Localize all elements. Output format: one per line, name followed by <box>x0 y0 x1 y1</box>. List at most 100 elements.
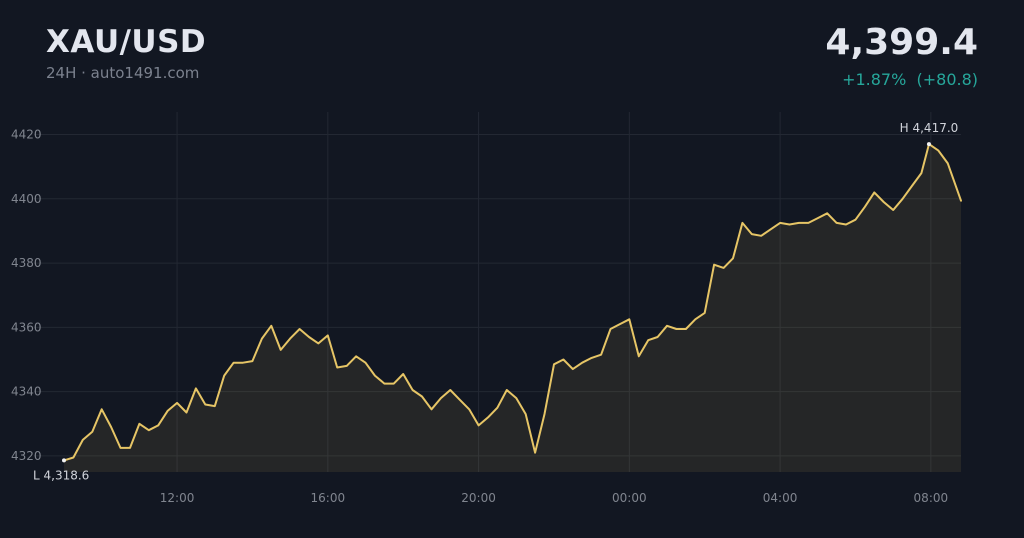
data-point <box>590 357 592 359</box>
data-point <box>769 228 771 230</box>
data-point <box>214 405 216 407</box>
data-point <box>176 402 178 404</box>
x-tick-label: 16:00 <box>311 491 346 505</box>
data-point <box>100 408 102 410</box>
data-point <box>760 235 762 237</box>
data-point <box>242 362 244 364</box>
data-point <box>581 362 583 364</box>
data-point <box>788 223 790 225</box>
data-point <box>280 349 282 351</box>
data-point <box>364 362 366 364</box>
data-point <box>937 149 939 151</box>
data-point <box>440 397 442 399</box>
data-point <box>82 439 84 441</box>
y-tick-label: 4420 <box>11 128 42 142</box>
data-point <box>722 267 724 269</box>
data-point <box>947 162 949 164</box>
data-point <box>515 397 517 399</box>
data-point <box>468 408 470 410</box>
data-point <box>411 389 413 391</box>
data-point <box>506 389 508 391</box>
data-point <box>960 200 962 202</box>
data-point <box>572 368 574 370</box>
data-point <box>666 325 668 327</box>
data-point <box>656 336 658 338</box>
data-point <box>685 328 687 330</box>
data-point <box>157 424 159 426</box>
data-point <box>619 323 621 325</box>
data-point <box>487 416 489 418</box>
data-point <box>166 410 168 412</box>
data-point <box>675 328 677 330</box>
x-tick-label: 00:00 <box>612 491 647 505</box>
data-point <box>704 312 706 314</box>
low-label: L 4,318.6 <box>33 468 89 482</box>
data-point <box>534 452 536 454</box>
data-point <box>421 395 423 397</box>
y-tick-label: 4340 <box>11 385 42 399</box>
data-point <box>864 206 866 208</box>
data-point <box>883 201 885 203</box>
data-point <box>732 257 734 259</box>
data-point <box>892 209 894 211</box>
data-point <box>289 337 291 339</box>
x-tick-label: 08:00 <box>914 491 949 505</box>
data-point <box>901 198 903 200</box>
data-point <box>713 263 715 265</box>
data-point <box>383 382 385 384</box>
data-point <box>91 431 93 433</box>
data-point <box>261 337 263 339</box>
data-point <box>459 398 461 400</box>
data-point <box>798 222 800 224</box>
data-point <box>232 362 234 364</box>
data-point <box>298 328 300 330</box>
data-point <box>119 447 121 449</box>
data-point <box>817 217 819 219</box>
y-tick-label: 4400 <box>11 192 42 206</box>
data-point <box>449 389 451 391</box>
data-point <box>430 408 432 410</box>
high-label: H 4,417.0 <box>900 121 959 135</box>
y-tick-label: 4320 <box>11 449 42 463</box>
data-point <box>562 358 564 360</box>
data-point <box>826 212 828 214</box>
data-point <box>543 413 545 415</box>
data-point <box>345 365 347 367</box>
data-point <box>628 318 630 320</box>
data-point <box>477 424 479 426</box>
y-axis: 4320 4340 4360 4380 4400 4420 <box>11 128 42 463</box>
data-point <box>308 336 310 338</box>
data-point <box>524 413 526 415</box>
data-point <box>553 363 555 365</box>
data-point <box>72 456 74 458</box>
y-tick-label: 4380 <box>11 256 42 270</box>
price-area <box>64 144 961 472</box>
data-point <box>694 318 696 320</box>
data-point <box>138 423 140 425</box>
data-point <box>835 222 837 224</box>
data-point <box>185 411 187 413</box>
data-point <box>355 355 357 357</box>
data-point <box>920 172 922 174</box>
x-tick-label: 12:00 <box>160 491 195 505</box>
data-point <box>779 222 781 224</box>
data-point <box>751 233 753 235</box>
data-point <box>911 185 913 187</box>
y-tick-label: 4360 <box>11 320 42 334</box>
data-point <box>270 325 272 327</box>
data-point <box>741 222 743 224</box>
data-point <box>148 429 150 431</box>
data-point <box>110 426 112 428</box>
data-point <box>496 407 498 409</box>
data-point <box>195 387 197 389</box>
data-point <box>402 373 404 375</box>
data-point <box>600 353 602 355</box>
data-point <box>609 328 611 330</box>
x-tick-label: 04:00 <box>763 491 798 505</box>
data-point <box>873 191 875 193</box>
data-point <box>336 366 338 368</box>
data-point <box>204 403 206 405</box>
data-point <box>647 339 649 341</box>
data-point <box>317 342 319 344</box>
low-marker <box>62 458 66 463</box>
